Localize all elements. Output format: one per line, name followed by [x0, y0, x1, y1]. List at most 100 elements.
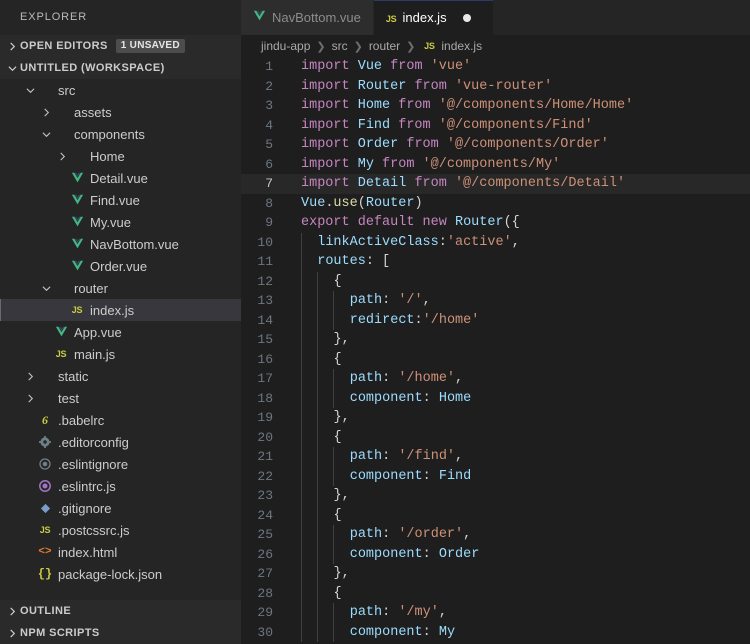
code-line[interactable]: 18 component: Home [241, 388, 750, 408]
tree-item[interactable]: components [0, 123, 241, 145]
line-number: 29 [257, 605, 273, 620]
tree-item[interactable]: .editorconfig [0, 431, 241, 453]
code-line[interactable]: 7 import Detail from '@/components/Detail… [241, 174, 750, 194]
code-line[interactable]: 4 import Find from '@/components/Find' [241, 116, 750, 136]
code-line[interactable]: 17 path: '/home', [241, 369, 750, 389]
code-line[interactable]: 9 export default new Router({ [241, 213, 750, 233]
code-line[interactable]: 23}, [241, 486, 750, 506]
chevron-right-icon [24, 394, 36, 403]
code-line[interactable]: 15}, [241, 330, 750, 350]
indent-guide [301, 583, 302, 603]
code-line[interactable]: 19}, [241, 408, 750, 428]
code-line[interactable]: 5 import Order from '@/components/Order' [241, 135, 750, 155]
tree-item[interactable]: NavBottom.vue [0, 233, 241, 255]
editor-tab[interactable]: NavBottom.vue [241, 0, 374, 35]
code-line[interactable]: 21 path: '/find', [241, 447, 750, 467]
tree-item[interactable]: static [0, 365, 241, 387]
js-icon: JS [39, 525, 51, 535]
tree-item-label: My.vue [90, 214, 131, 230]
tree-item[interactable]: JS .postcssrc.js [0, 519, 241, 541]
code-editor[interactable]: 1 import Vue from 'vue' 2 import Router fro… [241, 57, 750, 644]
tree-item[interactable]: JS main.js [0, 343, 241, 365]
indent-guide [317, 271, 319, 291]
code-token: { [333, 507, 342, 523]
code-token: '/home' [422, 312, 480, 328]
tree-item[interactable]: JS index.js [0, 299, 241, 321]
tree-item[interactable]: .eslintrc.js [0, 475, 241, 497]
code-token: , [511, 234, 520, 250]
vue-icon [68, 260, 86, 272]
code-line[interactable]: 26 component: Order [241, 544, 750, 564]
indent-guide [301, 622, 302, 642]
unsaved-dot-icon[interactable] [462, 13, 471, 22]
indent-guide [317, 564, 319, 584]
code-token: { [333, 351, 342, 367]
tree-item[interactable]: test [0, 387, 241, 409]
tree-item[interactable]: Detail.vue [0, 167, 241, 189]
tree-item[interactable]: My.vue [0, 211, 241, 233]
code-line[interactable]: 11 routes: [ [241, 252, 750, 272]
code-line[interactable]: 3 import Home from '@/components/Home/Hom… [241, 96, 750, 116]
tree-item[interactable]: src [0, 79, 241, 101]
breadcrumb-item[interactable]: src [332, 39, 348, 53]
code-line-content: import Order from '@/components/Order' [293, 135, 750, 155]
code-line[interactable]: 30 component: My [241, 622, 750, 642]
section-npm-scripts[interactable]: NPM SCRIPTS [0, 622, 241, 644]
tree-item[interactable]: {} package-lock.json [0, 563, 241, 585]
code-line[interactable]: 24 { [241, 505, 750, 525]
code-line-content: import Home from '@/components/Home/Home… [293, 96, 750, 116]
code-tokens: export default new Router({ [293, 215, 520, 230]
code-line[interactable]: 20 { [241, 427, 750, 447]
tree-item-label: static [58, 368, 89, 384]
breadcrumb-item[interactable]: jindu-app [261, 39, 310, 53]
code-line[interactable]: 2 import Router from 'vue-router' [241, 77, 750, 97]
code-line-content: path: '/', [293, 291, 750, 311]
tree-item-label: test [58, 390, 79, 406]
code-line[interactable]: 1 import Vue from 'vue' [241, 57, 750, 77]
breadcrumb-item[interactable]: JS index.js [421, 39, 482, 53]
code-line[interactable]: 14 redirect:'/home' [241, 310, 750, 330]
code-token: Router [454, 215, 504, 230]
code-line[interactable]: 13 path: '/', [241, 291, 750, 311]
code-line[interactable]: 22 component: Find [241, 466, 750, 486]
code-token: from [414, 176, 447, 191]
code-line[interactable]: 10 linkActiveClass:'active', [241, 232, 750, 252]
section-open-editors[interactable]: OPEN EDITORS 1 UNSAVED [0, 35, 241, 57]
code-line[interactable]: 28 { [241, 583, 750, 603]
line-number: 17 [257, 371, 273, 386]
line-number: 27 [257, 566, 273, 581]
code-line[interactable]: 29 path: '/my', [241, 603, 750, 623]
tree-item[interactable]: 6 .babelrc [0, 409, 241, 431]
code-token: '@/components/My' [422, 156, 561, 172]
tree-item[interactable]: Find.vue [0, 189, 241, 211]
tree-item[interactable]: Order.vue [0, 255, 241, 277]
indent-guide [301, 505, 302, 525]
file-tree[interactable]: src assets components Home Detail.vue Find.vu… [0, 79, 241, 600]
section-workspace[interactable]: UNTITLED (WORKSPACE) [0, 57, 241, 79]
code-tokens: path: '/order', [293, 527, 472, 542]
tree-item[interactable]: App.vue [0, 321, 241, 343]
code-line-content: routes: [ [293, 252, 750, 272]
tree-item[interactable]: router [0, 277, 241, 299]
section-outline[interactable]: OUTLINE [0, 600, 241, 622]
code-line[interactable]: 12 { [241, 271, 750, 291]
chevron-down-icon [4, 57, 20, 79]
code-token: Find [438, 468, 472, 484]
code-line[interactable]: 25 path: '/order', [241, 525, 750, 545]
breadcrumb-item[interactable]: router [369, 39, 400, 53]
code-line[interactable]: 16 { [241, 349, 750, 369]
code-line[interactable]: 8 Vue.use(Router) [241, 194, 750, 214]
line-number: 18 [257, 390, 273, 406]
tree-item[interactable]: assets [0, 101, 241, 123]
indent-guide [301, 232, 302, 252]
editor-tab[interactable]: JS index.js [373, 0, 494, 35]
code-line[interactable]: 6 import My from '@/components/My' [241, 155, 750, 175]
tree-item[interactable]: .gitignore [0, 497, 241, 519]
tree-item[interactable]: Home [0, 145, 241, 167]
code-line[interactable]: 27}, [241, 564, 750, 584]
code-token: Detail [357, 176, 407, 191]
tree-item[interactable]: <> index.html [0, 541, 241, 563]
indent-guide [333, 525, 335, 545]
tree-item[interactable]: .eslintignore [0, 453, 241, 475]
